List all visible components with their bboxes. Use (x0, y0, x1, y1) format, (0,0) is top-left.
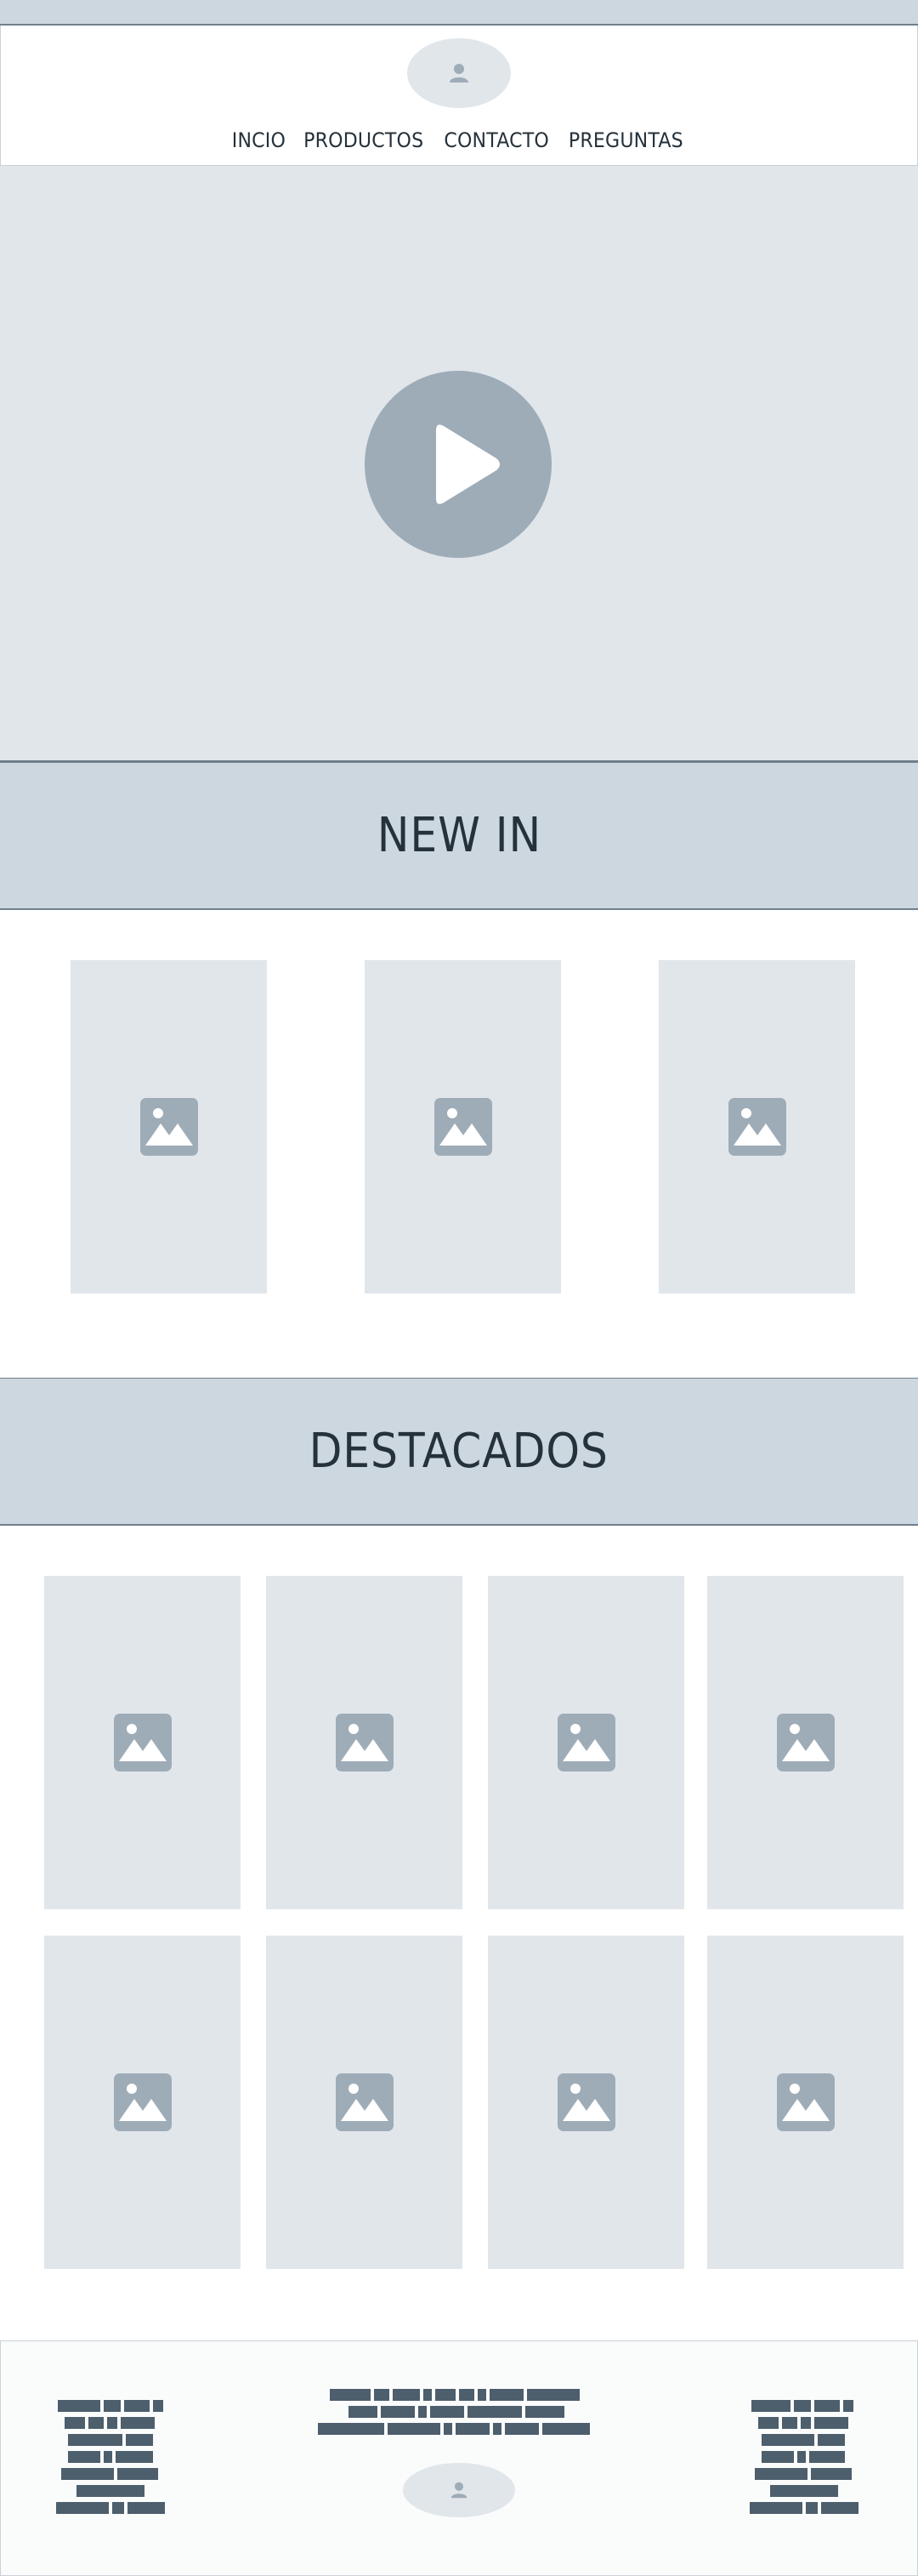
product-card[interactable] (488, 1576, 684, 1909)
image-placeholder-icon (113, 2073, 172, 2131)
section-featured: DESTACADOS (0, 1378, 918, 1526)
nav-item-inicio[interactable]: INCIO (232, 128, 286, 152)
image-placeholder-icon (139, 1098, 198, 1156)
image-placeholder-icon (434, 1098, 492, 1156)
logo[interactable] (407, 38, 511, 108)
top-strip (0, 0, 918, 26)
image-placeholder-icon (557, 2073, 615, 2131)
product-card[interactable] (266, 1576, 462, 1909)
image-placeholder-icon (776, 2073, 835, 2131)
image-placeholder-icon (776, 1714, 835, 1771)
nav-item-productos[interactable]: PRODUCTOS (303, 128, 423, 152)
image-placeholder-icon (335, 2073, 394, 2131)
play-button[interactable] (365, 371, 552, 558)
main-nav: INCIO PRODUCTOS CONTACTO PREGUNTAS (0, 123, 918, 157)
section-new-in: NEW IN (0, 762, 918, 910)
product-card[interactable] (707, 1936, 904, 2269)
nav-item-preguntas[interactable]: PREGUNTAS (569, 128, 683, 152)
footer-logo[interactable] (403, 2463, 515, 2517)
image-placeholder-icon (113, 1714, 172, 1771)
footer-text-placeholder-center (318, 2389, 590, 2435)
user-icon (450, 2482, 468, 2499)
user-icon (450, 64, 468, 82)
product-card[interactable] (488, 1936, 684, 2269)
image-placeholder-icon (728, 1098, 786, 1156)
section-title-new-in: NEW IN (377, 808, 541, 863)
product-card[interactable] (659, 960, 855, 1294)
image-placeholder-icon (557, 1714, 615, 1771)
product-card[interactable] (71, 960, 267, 1294)
product-card[interactable] (44, 1936, 241, 2269)
product-card[interactable] (266, 1936, 462, 2269)
product-card[interactable] (707, 1576, 904, 1909)
play-icon (436, 424, 500, 504)
nav-item-contacto[interactable]: CONTACTO (444, 128, 549, 152)
product-card[interactable] (365, 960, 561, 1294)
footer-text-placeholder-right (750, 2400, 858, 2514)
section-title-featured: DESTACADOS (309, 1424, 609, 1479)
product-card[interactable] (44, 1576, 241, 1909)
footer-text-placeholder-left (56, 2400, 165, 2514)
image-placeholder-icon (335, 1714, 394, 1771)
